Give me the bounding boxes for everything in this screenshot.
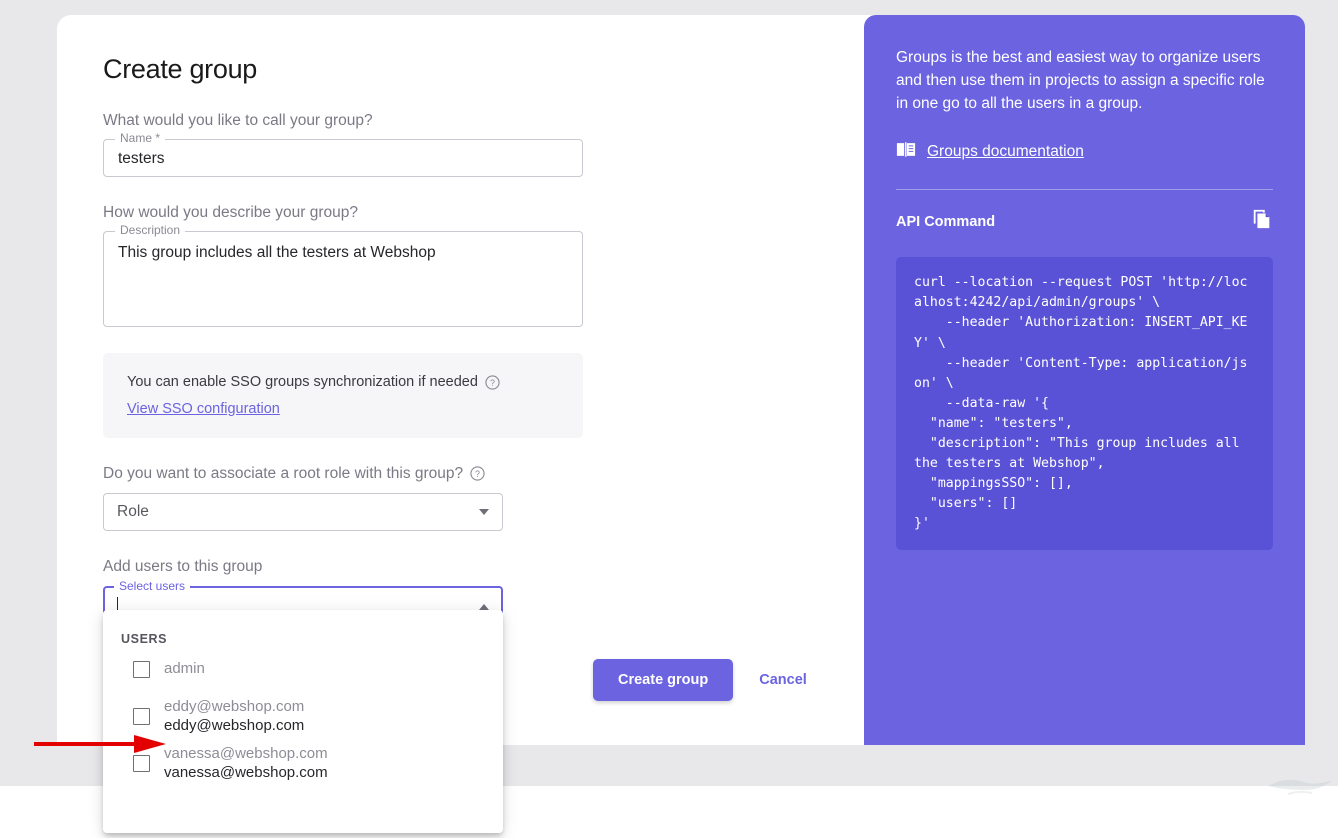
create-group-button[interactable]: Create group [593,659,733,701]
chevron-down-icon[interactable] [479,509,489,515]
svg-text:?: ? [475,469,480,479]
side-panel-divider [896,189,1273,190]
dropdown-item-1[interactable]: eddy@webshop.comeddy@webshop.com [103,693,503,740]
group-name-legend: Name * [115,132,165,144]
checkbox-icon[interactable] [133,755,150,772]
book-icon [896,141,916,163]
info-side-panel: Groups is the best and easiest way to or… [864,15,1305,745]
checkbox-icon[interactable] [133,661,150,678]
users-question-text: Add users to this group [103,557,262,577]
dropdown-item-labels: vanessa@webshop.comvanessa@webshop.com [164,745,328,782]
sso-info-box: You can enable SSO groups synchronizatio… [103,353,583,438]
description-question-text: How would you describe your group? [103,203,358,223]
create-group-form: Create group What would you like to call… [103,55,623,627]
group-description-field[interactable]: Description This group includes all the … [103,231,583,327]
documentation-row[interactable]: Groups documentation [896,141,1273,163]
side-panel-description: Groups is the best and easiest way to or… [896,47,1273,115]
dropdown-item-0[interactable]: admin [103,646,503,693]
root-role-selected-value: Role [117,503,149,521]
dropdown-item-secondary: eddy@webshop.com [164,717,304,735]
select-users-dropdown[interactable]: USERS admin eddy@webshop.comeddy@webshop.… [103,610,503,833]
dropdown-item-labels: admin [164,660,205,678]
api-command-title: API Command [896,214,995,230]
description-question-label: How would you describe your group? [103,203,623,223]
dropdown-item-primary: eddy@webshop.com [164,698,304,716]
page-title: Create group [103,55,623,85]
group-name-field[interactable]: Name * testers [103,139,583,177]
api-command-code: curl --location --request POST 'http://l… [896,257,1273,550]
copy-icon[interactable] [1251,208,1273,235]
name-question-text: What would you like to call your group? [103,111,373,131]
dropdown-item-labels: eddy@webshop.comeddy@webshop.com [164,698,304,735]
root-role-select[interactable]: Role [103,493,503,531]
role-question-label: Do you want to associate a root role wit… [103,464,623,484]
sso-info-text: You can enable SSO groups synchronizatio… [127,373,478,392]
group-description-legend: Description [115,224,185,236]
api-command-header: API Command [896,208,1273,235]
role-question-text: Do you want to associate a root role wit… [103,464,463,484]
select-users-legend: Select users [114,580,190,592]
users-question-label: Add users to this group [103,557,623,577]
group-description-input[interactable]: This group includes all the testers at W… [104,232,582,275]
name-question-label: What would you like to call your group? [103,111,623,131]
svg-text:?: ? [490,378,495,388]
groups-documentation-link[interactable]: Groups documentation [927,143,1084,161]
dropdown-group-label: USERS [103,610,503,646]
group-name-input[interactable]: testers [104,140,582,179]
cancel-button[interactable]: Cancel [747,659,819,701]
form-actions: Create group Cancel [593,659,819,701]
dropdown-item-secondary: vanessa@webshop.com [164,764,328,782]
dropdown-item-list: admin eddy@webshop.comeddy@webshop.com van… [103,646,503,787]
help-circle-icon[interactable]: ? [485,375,500,390]
dropdown-item-primary: admin [164,660,205,678]
checkbox-icon[interactable] [133,708,150,725]
view-sso-configuration-link[interactable]: View SSO configuration [127,401,280,417]
sso-info-text-row: You can enable SSO groups synchronizatio… [127,373,559,392]
dropdown-item-2[interactable]: vanessa@webshop.comvanessa@webshop.com [103,740,503,787]
dropdown-item-primary: vanessa@webshop.com [164,745,328,763]
chevron-up-icon[interactable] [479,604,489,610]
help-circle-icon[interactable]: ? [470,466,485,481]
